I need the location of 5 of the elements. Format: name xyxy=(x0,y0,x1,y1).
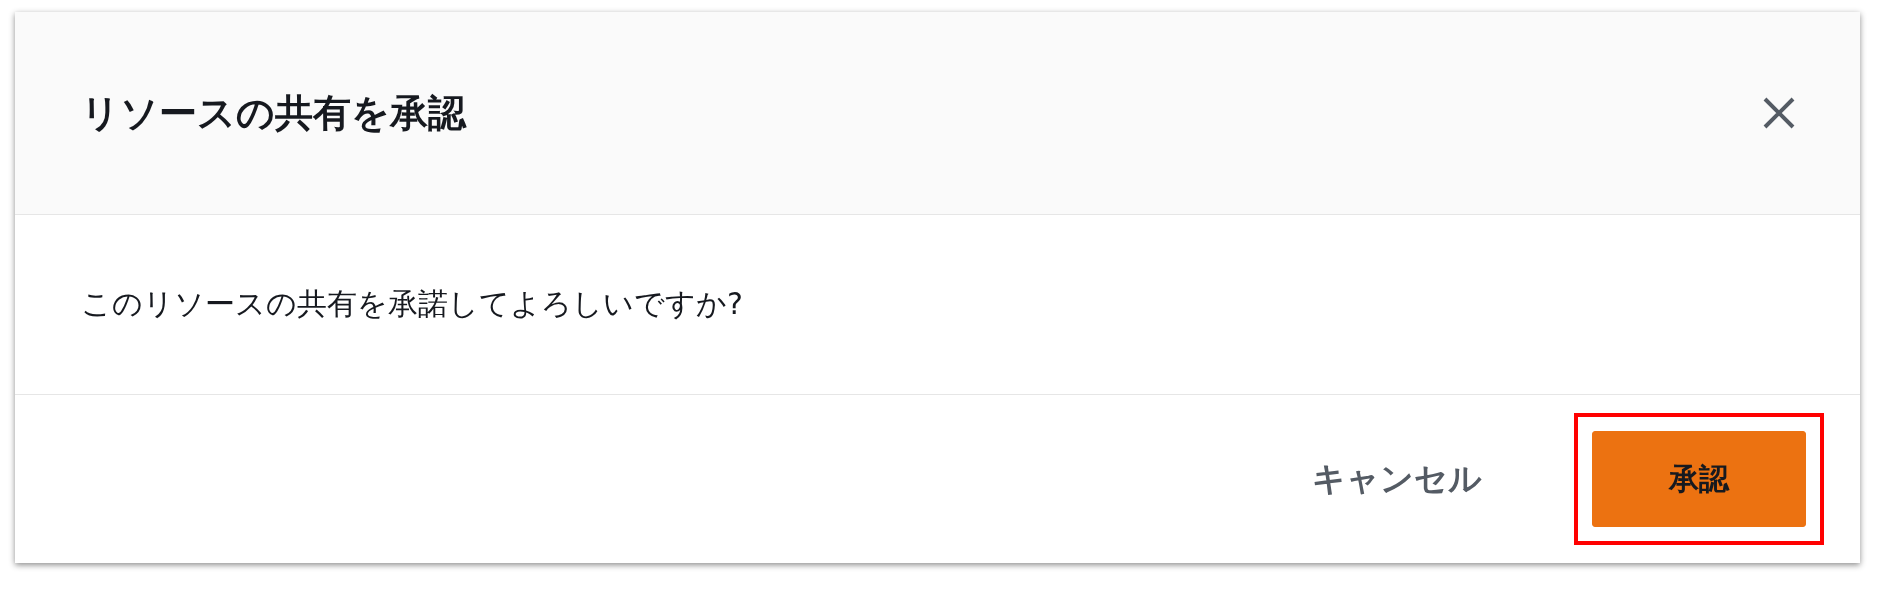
cancel-button[interactable]: キャンセル xyxy=(1302,436,1492,522)
dialog-title: リソースの共有を承認 xyxy=(81,89,466,137)
close-icon xyxy=(1762,96,1796,130)
approve-button[interactable]: 承認 xyxy=(1592,431,1806,527)
confirm-message: このリソースの共有を承諾してよろしいですか? xyxy=(81,285,743,323)
